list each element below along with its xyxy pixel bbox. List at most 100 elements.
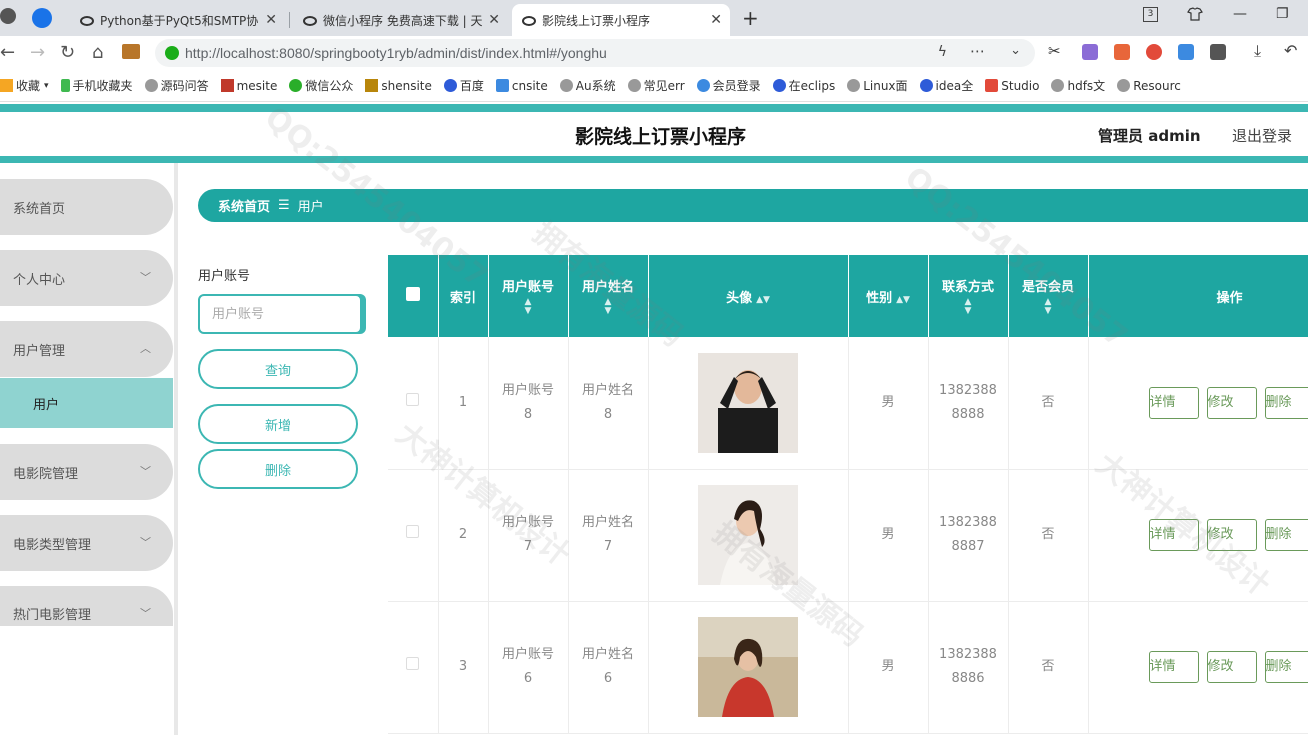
bookmark-item[interactable]: 微信公众 (289, 77, 353, 94)
edit-button[interactable]: 修改 (1206, 386, 1257, 419)
bookmark-item[interactable]: 在eclips (772, 77, 835, 94)
logout-link[interactable]: 退出登录 (1232, 125, 1292, 146)
breadcrumb-home[interactable]: 系统首页 (218, 196, 270, 215)
bookmark-item[interactable]: 源码问答 (144, 77, 209, 94)
header-phone[interactable]: 联系方式 ▲ ▼ (928, 255, 1009, 337)
cell-gender: 男 (848, 601, 929, 734)
bookmark-item[interactable]: hdfs文 (1051, 77, 1105, 94)
menu-icon: ☰ (278, 198, 290, 213)
scissors-icon[interactable]: ✂ (1048, 42, 1064, 60)
extensions-icon[interactable] (1210, 44, 1226, 60)
translate-icon[interactable] (1082, 44, 1098, 60)
header-name[interactable]: 用户姓名 ▲ ▼ (568, 255, 649, 337)
bookmark-item[interactable]: Linux面 (847, 77, 908, 94)
bookmark-item[interactable]: idea全 (919, 77, 973, 94)
detail-button[interactable]: 详情 (1148, 386, 1199, 419)
game-icon[interactable] (1114, 44, 1130, 60)
sidebar-item-movie-types[interactable]: 电影类型管理 ﹀ (0, 515, 173, 571)
sidebar-item-home[interactable]: 系统首页 (0, 179, 173, 235)
close-icon[interactable]: ✕ (265, 12, 277, 28)
mail-icon[interactable] (1178, 44, 1194, 60)
header-member[interactable]: 是否会员 ▲ ▼ (1008, 255, 1089, 337)
edit-button[interactable]: 修改 (1206, 651, 1257, 683)
cell-actions: 详情 修改 删除 (1088, 337, 1308, 470)
sort-icon[interactable]: ▲▼ (489, 298, 568, 316)
breadcrumb: 系统首页 ☰ 用户 (198, 189, 1308, 222)
delete-button[interactable]: 删除 (198, 449, 358, 489)
sidebar-item-profile[interactable]: 个人中心 ﹀ (0, 250, 173, 306)
close-icon[interactable]: ✕ (710, 12, 722, 28)
weibo-icon[interactable] (1146, 44, 1162, 60)
lightning-icon[interactable]: ϟ (938, 44, 947, 60)
cell-member: 否 (1008, 469, 1089, 602)
bookmark-item[interactable]: 收藏 ▾ (0, 77, 49, 94)
bookmark-item[interactable]: cnsite (495, 79, 548, 93)
home-icon[interactable]: ⌂ (92, 42, 103, 63)
tab-cinema[interactable]: 影院线上订票小程序 ✕ (512, 4, 730, 36)
site-icon (365, 79, 379, 92)
cell-avatar (648, 469, 849, 602)
address-toolbar: ← → ↻ ⌂ http://localhost:8080/springboot… (0, 36, 1308, 70)
delete-row-button[interactable]: 删除 (1264, 651, 1308, 683)
baidu-icon (772, 79, 786, 92)
add-button[interactable]: 新增 (198, 404, 358, 444)
tab-count-badge[interactable]: 3 (1143, 7, 1158, 22)
phone-icon (60, 79, 70, 92)
shirt-icon[interactable] (1187, 6, 1203, 26)
bookmark-item[interactable]: Studio (985, 79, 1039, 93)
close-icon[interactable]: ✕ (488, 12, 500, 28)
sidebar-item-cinemas[interactable]: 电影院管理 ﹀ (0, 444, 173, 500)
sidebar-item-hot-movies[interactable]: 热门电影管理 ﹀ (0, 586, 173, 626)
restore-icon[interactable]: ❐ (1276, 6, 1289, 22)
header-avatar[interactable]: 头像 ▲▼ (648, 255, 849, 337)
forward-icon[interactable]: → (30, 42, 45, 63)
reload-icon[interactable]: ↻ (60, 42, 75, 63)
app-icon[interactable] (32, 8, 52, 28)
header-account[interactable]: 用户账号 ▲ ▼ (488, 255, 569, 337)
row-checkbox[interactable] (406, 525, 420, 538)
bookmark-item[interactable]: 百度 (443, 77, 484, 94)
minimize-icon[interactable]: — (1233, 6, 1247, 22)
site-icon (220, 79, 234, 92)
query-button[interactable]: 查询 (198, 349, 358, 389)
chevron-down-icon[interactable]: ⌄ (1010, 43, 1021, 58)
bookmark-item[interactable]: 常见err (627, 77, 685, 94)
cell-index: 1 (438, 337, 489, 470)
detail-button[interactable]: 详情 (1148, 519, 1199, 551)
row-checkbox[interactable] (406, 392, 420, 406)
site-icon (985, 79, 999, 92)
account-search-input[interactable] (198, 294, 362, 334)
delete-row-button[interactable]: 删除 (1264, 386, 1308, 419)
row-checkbox[interactable] (406, 657, 420, 670)
undo-icon[interactable]: ↶ (1284, 41, 1300, 60)
bookmark-item[interactable]: shensite (365, 79, 432, 93)
header-select-all[interactable] (388, 255, 439, 337)
sort-icon[interactable]: ▲▼ (896, 295, 910, 305)
bookmark-item[interactable]: 会员登录 (696, 77, 761, 94)
more-icon[interactable]: ⋯ (970, 42, 985, 60)
select-all-checkbox[interactable] (405, 287, 420, 301)
bookmark-item[interactable]: 手机收藏夹 (60, 77, 133, 94)
bookmark-item[interactable]: Resourc (1117, 79, 1181, 93)
tab-python[interactable]: Python基于PyQt5和SMTP协 ✕ (70, 4, 285, 36)
sort-icon[interactable]: ▲▼ (929, 298, 1008, 316)
profile-icon[interactable] (0, 8, 16, 24)
sort-icon[interactable]: ▲▼ (1009, 298, 1088, 316)
site-icon (303, 13, 317, 27)
header-gender[interactable]: 性别 ▲▼ (848, 255, 929, 337)
tab-wechat[interactable]: 微信小程序 免费高速下载 | 天 ✕ (293, 4, 508, 36)
sidebar-item-users[interactable]: 用户管理 ︿ (0, 321, 173, 377)
sort-icon[interactable]: ▲▼ (756, 295, 770, 305)
download-icon[interactable]: ⤓ (1254, 41, 1270, 60)
detail-button[interactable]: 详情 (1148, 651, 1199, 683)
edit-button[interactable]: 修改 (1206, 519, 1257, 551)
delete-row-button[interactable]: 删除 (1264, 519, 1308, 551)
briefcase-icon[interactable] (122, 44, 140, 59)
sort-icon[interactable]: ▲▼ (569, 298, 648, 316)
sidebar-subitem-user[interactable]: 用户 (0, 378, 173, 428)
address-bar[interactable]: http://localhost:8080/springbooty1ryb/ad… (155, 39, 1035, 67)
bookmark-item[interactable]: mesite (220, 79, 277, 93)
new-tab-icon[interactable]: + (742, 6, 759, 30)
bookmark-item[interactable]: Au系统 (559, 77, 616, 94)
back-icon[interactable]: ← (0, 42, 15, 63)
